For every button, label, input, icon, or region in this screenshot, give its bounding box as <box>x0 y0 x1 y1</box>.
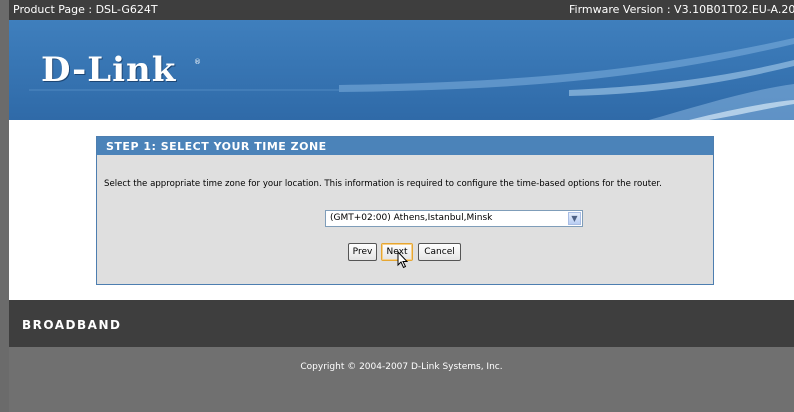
footer: Copyright © 2004-2007 D-Link Systems, In… <box>9 347 794 412</box>
step-title: STEP 1: SELECT YOUR TIME ZONE <box>106 140 327 153</box>
dlink-logo: D-Link <box>41 50 177 90</box>
step-header: STEP 1: SELECT YOUR TIME ZONE <box>97 137 713 155</box>
broadband-label: BROADBAND <box>22 318 122 332</box>
timezone-select[interactable]: (GMT+02:00) Athens,Istanbul,Minsk ▼ <box>325 210 583 227</box>
header-banner: D-Link ® <box>9 20 794 120</box>
timezone-selected-value: (GMT+02:00) Athens,Istanbul,Minsk <box>330 213 493 223</box>
copyright-text: Copyright © 2004-2007 D-Link Systems, In… <box>300 362 503 372</box>
router-setup-page: Product Page : DSL-G624T Firmware Versio… <box>9 0 794 412</box>
timezone-step-panel: STEP 1: SELECT YOUR TIME ZONE Select the… <box>96 136 714 285</box>
step-description: Select the appropriate time zone for you… <box>104 179 662 189</box>
window-left-border <box>0 0 9 412</box>
top-info-bar: Product Page : DSL-G624T Firmware Versio… <box>9 0 794 20</box>
chevron-down-icon[interactable]: ▼ <box>568 212 581 225</box>
content-area: STEP 1: SELECT YOUR TIME ZONE Select the… <box>9 120 794 300</box>
product-page-label: Product Page : DSL-G624T <box>13 3 158 16</box>
mouse-pointer-icon <box>397 251 409 269</box>
logo-trademark: ® <box>194 58 201 66</box>
firmware-version-label: Firmware Version : V3.10B01T02.EU-A.2007… <box>569 3 794 16</box>
cancel-button[interactable]: Cancel <box>418 243 461 261</box>
broadband-bar: BROADBAND <box>9 300 794 347</box>
prev-button[interactable]: Prev <box>348 243 377 261</box>
